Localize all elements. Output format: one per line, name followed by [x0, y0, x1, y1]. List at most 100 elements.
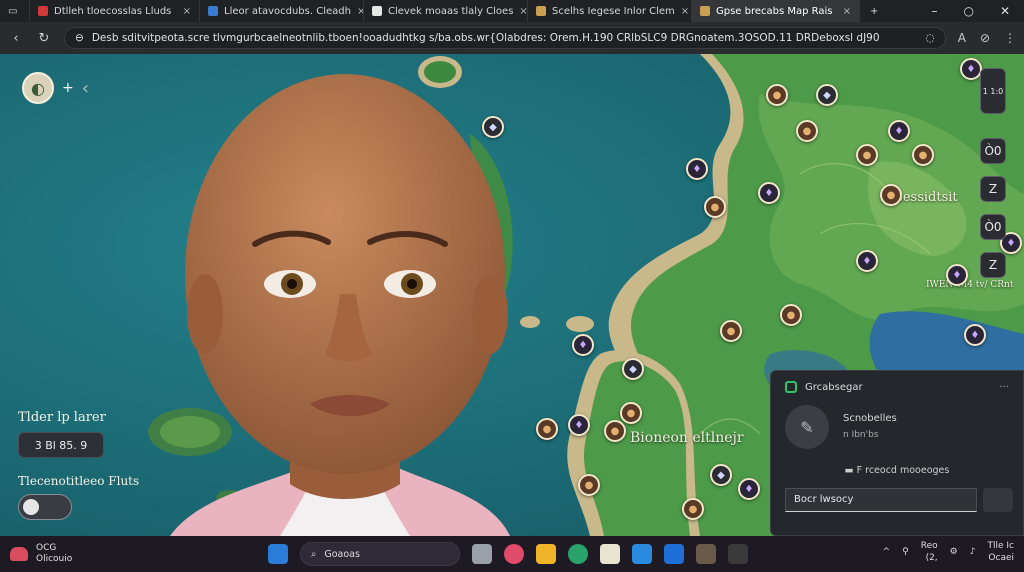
- close-icon[interactable]: ×: [843, 6, 851, 17]
- profile-icon[interactable]: ⊘: [980, 31, 990, 45]
- map-pin[interactable]: ♦: [946, 264, 968, 286]
- back-icon[interactable]: ‹: [8, 31, 24, 46]
- tab-1[interactable]: Dtlleh tloecosslas Lluds ×: [30, 0, 200, 22]
- collapse-panel-icon[interactable]: ‹: [82, 78, 89, 99]
- map-pin[interactable]: ◆: [816, 84, 838, 106]
- url-text: Desb sditvitpeota.scre tlvmgurbcaelneotn…: [91, 32, 880, 44]
- map-pin[interactable]: ●: [720, 320, 742, 342]
- note-icon: ▬: [844, 465, 857, 476]
- input-placeholder: Bocr lwsocy: [794, 494, 854, 505]
- address-bar: ‹ ↻ ⊖ Desb sditvitpeota.scre tlvmgurbcae…: [0, 22, 1024, 54]
- tab-2[interactable]: Lleor atavocdubs. Cleadh ×: [200, 0, 364, 22]
- send-button[interactable]: [983, 488, 1013, 512]
- map-pin[interactable]: ♦: [888, 120, 910, 142]
- minimize-icon[interactable]: –: [931, 4, 937, 18]
- control-label: Ò0: [984, 220, 1002, 234]
- notes-icon[interactable]: [600, 544, 620, 564]
- tab-label: Dtlleh tloecosslas Lluds: [54, 5, 172, 17]
- file-explorer-icon[interactable]: [536, 544, 556, 564]
- map-small-label: M4 tv/ CRnt: [958, 280, 1014, 290]
- message-input[interactable]: Bocr lwsocy: [785, 488, 977, 512]
- tab-5[interactable]: Gpse brecabs Map Rais ×: [692, 0, 860, 22]
- site-info-icon[interactable]: ⊖: [75, 32, 84, 44]
- weather-widget[interactable]: OCG Olicouio: [10, 543, 72, 565]
- coordinate-chip[interactable]: 3 Bl 85. 9: [18, 432, 104, 458]
- map-pin[interactable]: ●: [856, 144, 878, 166]
- chevron-up-icon[interactable]: ^: [883, 547, 891, 557]
- volume-icon[interactable]: ♪: [970, 547, 976, 557]
- browser-icon[interactable]: [568, 544, 588, 564]
- map-pin[interactable]: ●: [578, 474, 600, 496]
- close-icon[interactable]: ×: [681, 6, 689, 17]
- close-window-icon[interactable]: ✕: [1000, 4, 1010, 18]
- close-icon[interactable]: ×: [183, 6, 191, 17]
- tab-favicon-icon: [38, 6, 48, 16]
- map-pin[interactable]: ♦: [568, 414, 590, 436]
- layer-label: 1 1:0: [982, 86, 1004, 96]
- map-pin[interactable]: ♦: [960, 58, 982, 80]
- weather-temp: OCG: [36, 543, 57, 553]
- tray-info[interactable]: Tlle Ic Ocaei: [988, 540, 1015, 564]
- close-icon[interactable]: ×: [357, 6, 363, 17]
- map-pin[interactable]: ♦: [758, 182, 780, 204]
- start-button[interactable]: [268, 544, 288, 564]
- clock-time: Reo: [920, 541, 938, 551]
- note-text: F rceocd mooeoges: [856, 465, 950, 476]
- bookmark-icon[interactable]: ◌: [926, 32, 935, 44]
- user-avatar[interactable]: ◐: [22, 72, 54, 104]
- zoom-control-1[interactable]: Ò0: [980, 138, 1006, 164]
- maximize-icon[interactable]: ○: [963, 4, 973, 18]
- app-icon[interactable]: [728, 544, 748, 564]
- map-pin[interactable]: ♦: [964, 324, 986, 346]
- map-pin[interactable]: ◆: [622, 358, 644, 380]
- add-marker-icon[interactable]: +: [62, 80, 74, 96]
- feature-toggle[interactable]: [18, 494, 72, 520]
- more-options-icon[interactable]: ···: [999, 382, 1009, 393]
- map-pin[interactable]: ♦: [856, 250, 878, 272]
- app-icon[interactable]: [696, 544, 716, 564]
- extension-icon[interactable]: A: [958, 31, 966, 45]
- app-icon[interactable]: [504, 544, 524, 564]
- tab-3[interactable]: Clevek moaas tlaly Cloes ×: [364, 0, 528, 22]
- store-icon[interactable]: [632, 544, 652, 564]
- tab-actions-button[interactable]: ▭: [0, 0, 30, 22]
- map-viewport[interactable]: Essessidtsit Bioneon eltlnejr IWEN M4 tv…: [0, 54, 1024, 536]
- map-pin[interactable]: ●: [766, 84, 788, 106]
- map-pin[interactable]: ●: [620, 402, 642, 424]
- contact-name: Scnobelles: [843, 413, 897, 424]
- vscode-icon[interactable]: [664, 544, 684, 564]
- task-view-icon[interactable]: [472, 544, 492, 564]
- menu-icon[interactable]: ⋮: [1004, 31, 1016, 45]
- new-tab-button[interactable]: +: [860, 0, 888, 22]
- map-pin[interactable]: ♦: [686, 158, 708, 180]
- zoom-in-button[interactable]: Z: [980, 176, 1006, 202]
- tray-clock[interactable]: Reo (2,: [921, 540, 938, 564]
- map-pin[interactable]: ●: [704, 196, 726, 218]
- reload-icon[interactable]: ↻: [36, 31, 52, 46]
- map-pin[interactable]: ◆: [710, 464, 732, 486]
- map-pin[interactable]: ●: [604, 420, 626, 442]
- map-pin[interactable]: ●: [912, 144, 934, 166]
- zoom-control-2[interactable]: Ò0: [980, 214, 1006, 240]
- window-controls: – ○ ✕: [931, 4, 1024, 18]
- map-pin[interactable]: ♦: [572, 334, 594, 356]
- tab-label: Lleor atavocdubs. Cleadh: [224, 5, 351, 17]
- settings-icon[interactable]: ⚙: [950, 547, 958, 557]
- network-icon[interactable]: ⚲: [902, 547, 909, 557]
- tab-favicon-icon: [208, 6, 218, 16]
- plus-icon: +: [870, 5, 879, 17]
- map-pin[interactable]: ●: [796, 120, 818, 142]
- map-pin[interactable]: ♦: [738, 478, 760, 500]
- map-pin[interactable]: ●: [880, 184, 902, 206]
- url-input[interactable]: ⊖ Desb sditvitpeota.scre tlvmgurbcaelneo…: [64, 27, 946, 49]
- map-pin[interactable]: ●: [536, 418, 558, 440]
- control-label: Ò0: [984, 144, 1002, 158]
- tab-4[interactable]: Scelhs Iegese Inlor Clem ×: [528, 0, 692, 22]
- map-layer-button[interactable]: 1 1:0: [980, 68, 1006, 114]
- map-pin[interactable]: ●: [780, 304, 802, 326]
- zoom-out-button[interactable]: Z: [980, 252, 1006, 278]
- close-icon[interactable]: ×: [519, 6, 527, 17]
- taskbar-search[interactable]: ⌕ Goaoas: [300, 542, 460, 566]
- tab-favicon-icon: [536, 6, 546, 16]
- map-pin[interactable]: ●: [682, 498, 704, 520]
